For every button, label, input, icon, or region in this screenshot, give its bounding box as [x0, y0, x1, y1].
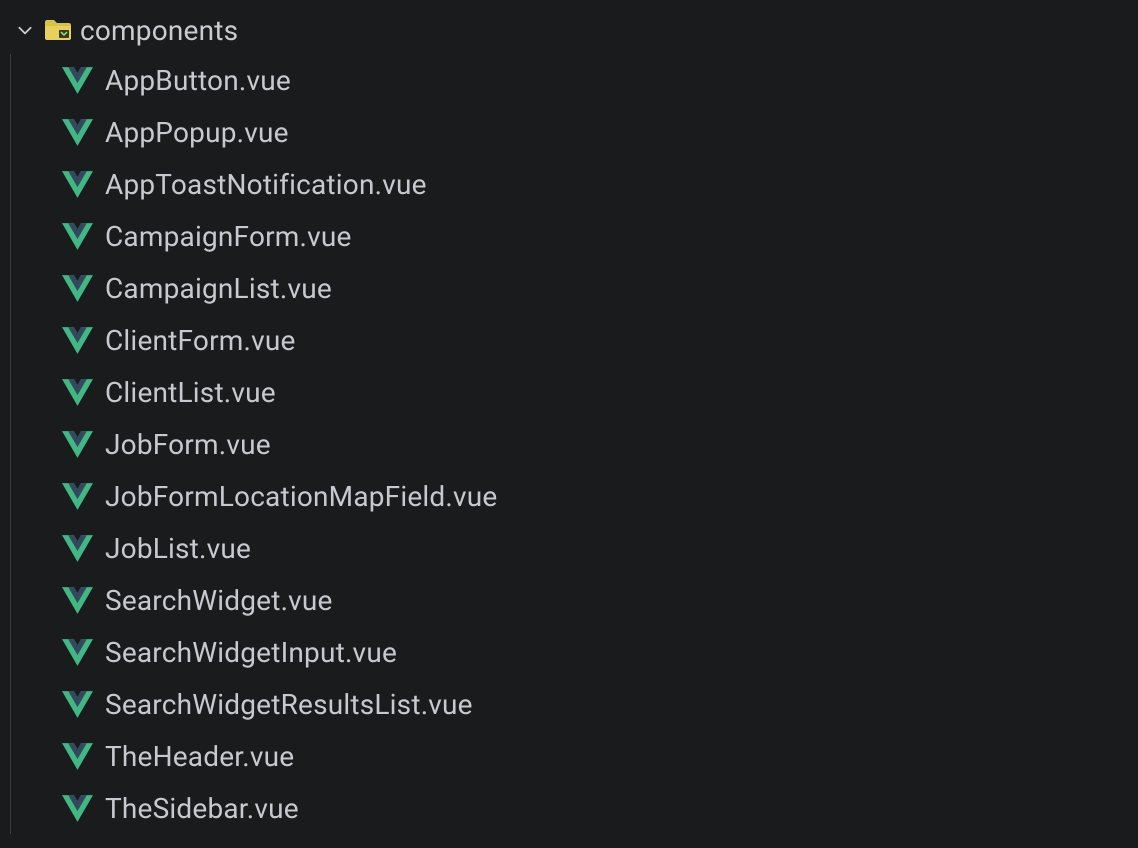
vue-icon: [61, 430, 93, 458]
vue-icon: [61, 326, 93, 354]
file-clientlist[interactable]: ClientList.vue: [11, 366, 1138, 418]
file-label: AppToastNotification.vue: [105, 168, 427, 201]
folder-label: components: [80, 14, 238, 47]
file-label: SearchWidget.vue: [105, 584, 333, 617]
file-label: SearchWidgetResultsList.vue: [105, 688, 473, 721]
file-label: CampaignList.vue: [105, 272, 332, 305]
file-list: AppButton.vue AppPopup.vue AppToastNotif…: [10, 54, 1138, 834]
file-tree: components AppButton.vue AppPopup.vue Ap…: [0, 6, 1138, 834]
file-label: CampaignForm.vue: [105, 220, 352, 253]
folder-components[interactable]: components: [0, 6, 1138, 54]
file-jobform[interactable]: JobForm.vue: [11, 418, 1138, 470]
file-apptoastnotification[interactable]: AppToastNotification.vue: [11, 158, 1138, 210]
vue-icon: [61, 118, 93, 146]
file-searchwidgetinput[interactable]: SearchWidgetInput.vue: [11, 626, 1138, 678]
file-apppopup[interactable]: AppPopup.vue: [11, 106, 1138, 158]
folder-icon: [44, 16, 72, 44]
vue-icon: [61, 66, 93, 94]
file-label: TheSidebar.vue: [105, 792, 299, 825]
file-label: AppButton.vue: [105, 64, 291, 97]
file-clientform[interactable]: ClientForm.vue: [11, 314, 1138, 366]
vue-icon: [61, 274, 93, 302]
file-label: SearchWidgetInput.vue: [105, 636, 397, 669]
file-label: ClientList.vue: [105, 376, 276, 409]
file-searchwidgetresultslist[interactable]: SearchWidgetResultsList.vue: [11, 678, 1138, 730]
vue-icon: [61, 638, 93, 666]
file-label: TheHeader.vue: [105, 740, 294, 773]
vue-icon: [61, 534, 93, 562]
chevron-down-icon: [14, 19, 36, 41]
file-campaignform[interactable]: CampaignForm.vue: [11, 210, 1138, 262]
file-label: JobFormLocationMapField.vue: [105, 480, 497, 513]
file-label: ClientForm.vue: [105, 324, 296, 357]
vue-icon: [61, 482, 93, 510]
file-thesidebar[interactable]: TheSidebar.vue: [11, 782, 1138, 834]
vue-icon: [61, 170, 93, 198]
vue-icon: [61, 586, 93, 614]
file-label: JobList.vue: [105, 532, 251, 565]
file-appbutton[interactable]: AppButton.vue: [11, 54, 1138, 106]
file-theheader[interactable]: TheHeader.vue: [11, 730, 1138, 782]
file-campaignlist[interactable]: CampaignList.vue: [11, 262, 1138, 314]
file-searchwidget[interactable]: SearchWidget.vue: [11, 574, 1138, 626]
file-joblist[interactable]: JobList.vue: [11, 522, 1138, 574]
file-label: AppPopup.vue: [105, 116, 289, 149]
file-jobformlocationmapfield[interactable]: JobFormLocationMapField.vue: [11, 470, 1138, 522]
vue-icon: [61, 794, 93, 822]
file-label: JobForm.vue: [105, 428, 271, 461]
vue-icon: [61, 742, 93, 770]
vue-icon: [61, 378, 93, 406]
vue-icon: [61, 222, 93, 250]
vue-icon: [61, 690, 93, 718]
